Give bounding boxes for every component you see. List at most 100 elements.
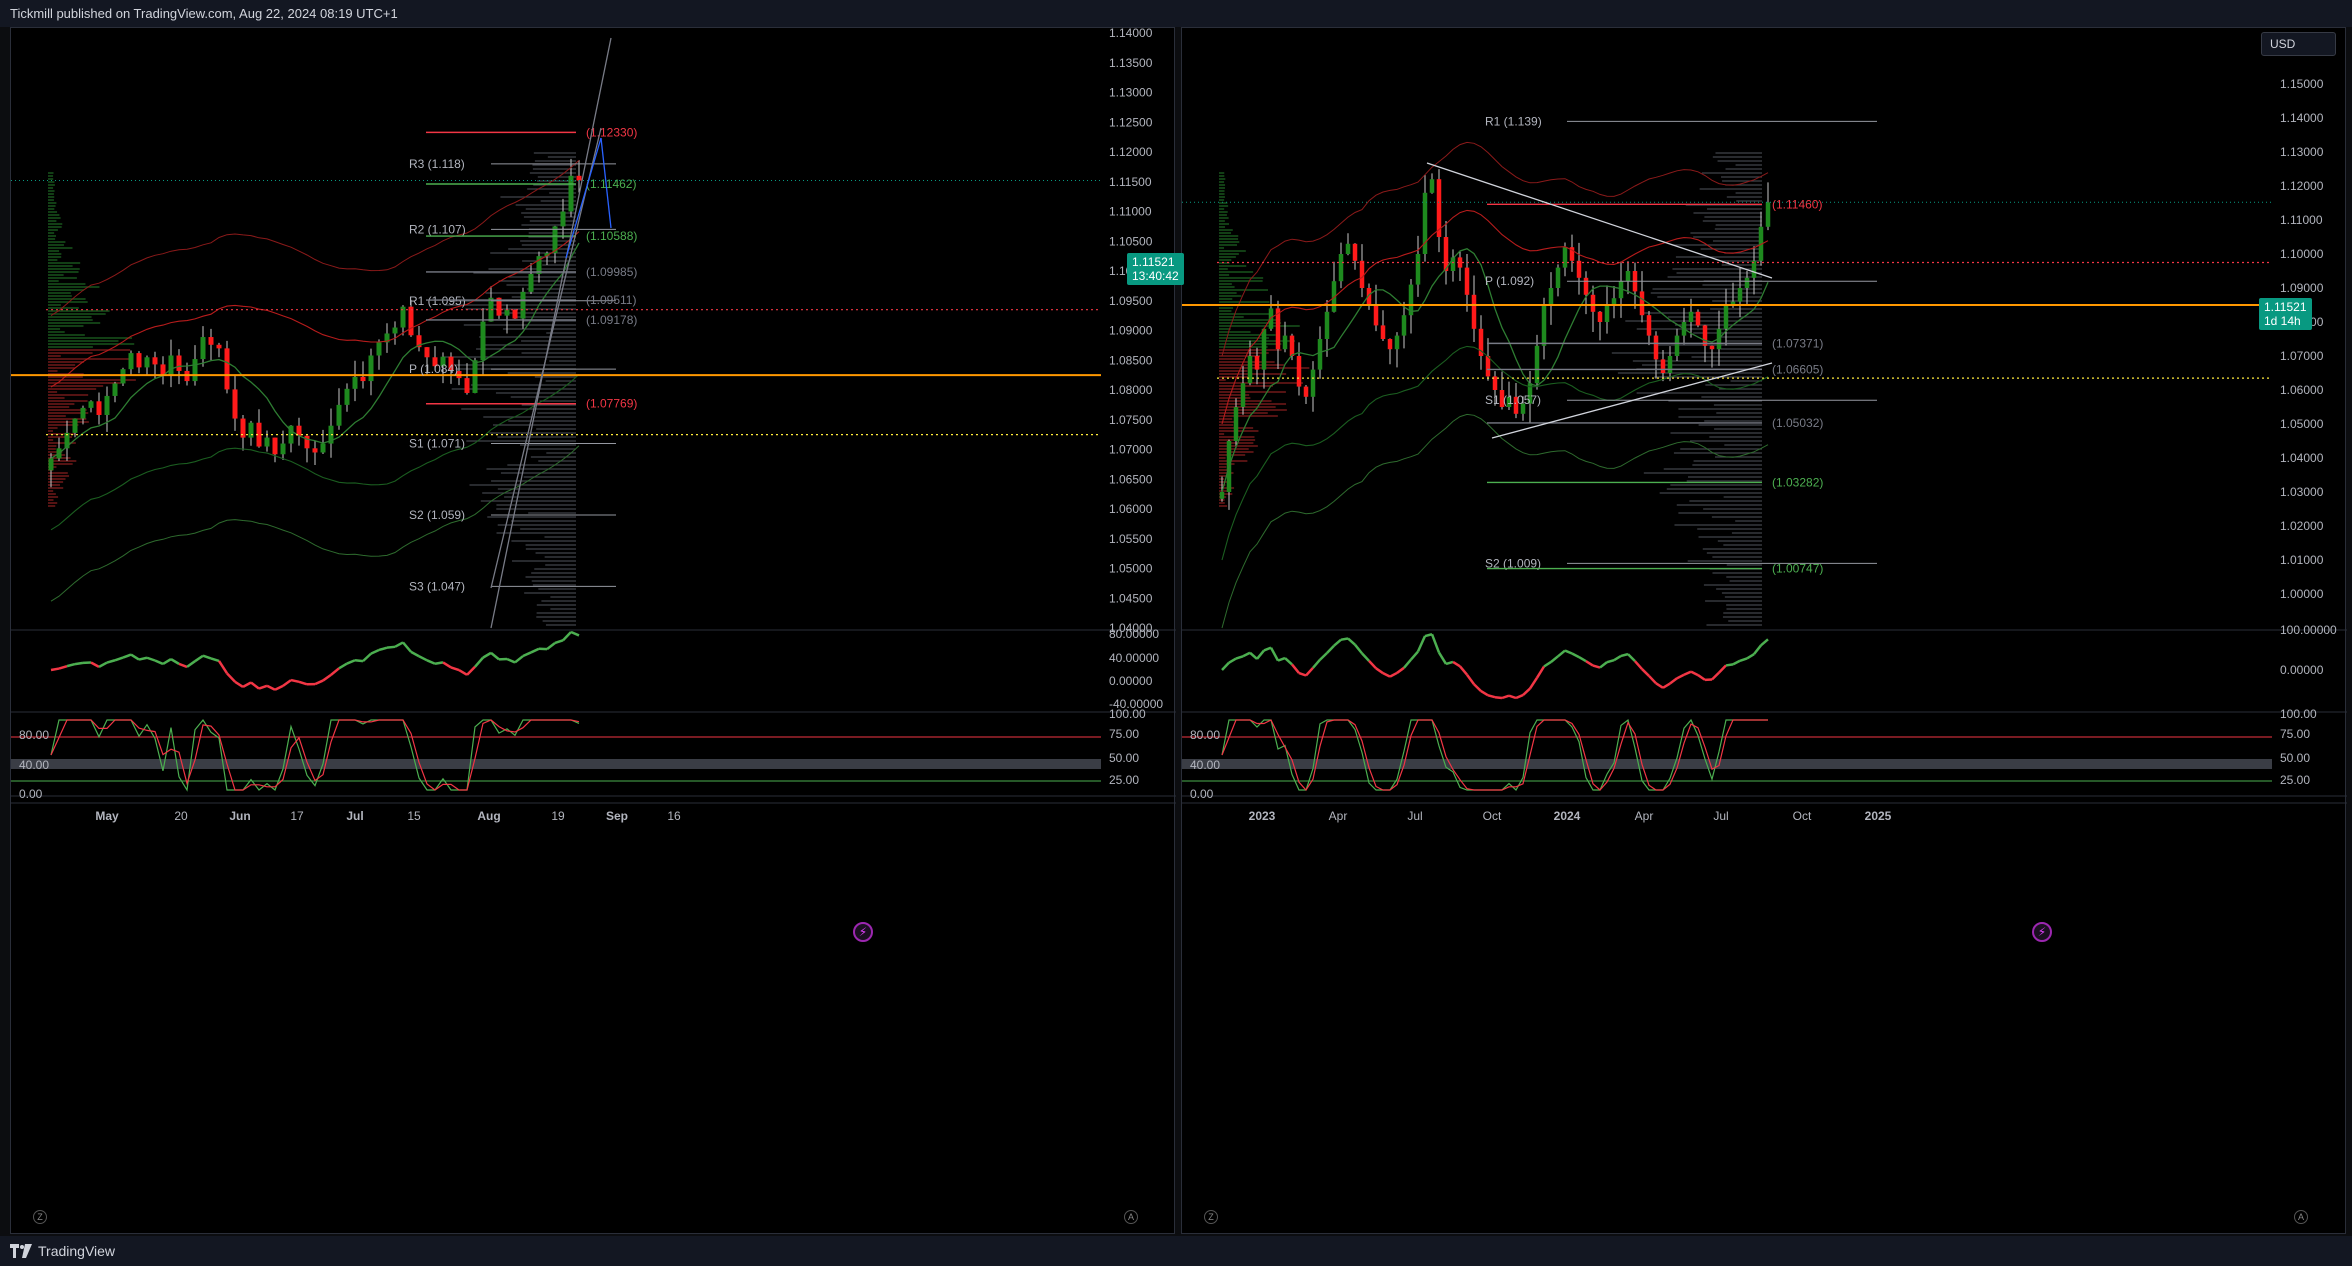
candle-body: [336, 404, 342, 426]
oscillator-segment: [186, 660, 196, 668]
oscillator-segment: [1648, 675, 1657, 685]
oscillator-segment: [450, 666, 460, 672]
oscillator-segment: [386, 645, 396, 649]
moving-average-line: [50, 242, 580, 459]
oscillator-segment: [1641, 668, 1650, 677]
candle-body: [176, 355, 182, 371]
y-axis-tick: 1.13000: [2280, 145, 2324, 159]
oscillator-segment: [1465, 673, 1476, 686]
level-label: (1.09178): [586, 313, 637, 327]
right-chart-panel[interactable]: 1.160001.150001.140001.130001.120001.110…: [1181, 27, 2347, 1235]
oscillator-tick: 40.00000: [1109, 651, 1159, 665]
oscillator-segment: [1739, 657, 1748, 662]
candle-body: [200, 337, 206, 360]
oscillator-segment: [1445, 660, 1454, 666]
right-flash-icon[interactable]: ⚡: [2032, 922, 2052, 942]
x-axis-tick: 2025: [1865, 809, 1892, 823]
oscillator-segment: [1396, 666, 1405, 674]
candle-body: [224, 348, 230, 390]
left-zoom-icon[interactable]: Z: [33, 1210, 47, 1224]
oscillator-segment: [1690, 670, 1699, 677]
y-axis-tick: 1.14000: [1109, 28, 1153, 40]
candle-body: [1485, 356, 1491, 377]
candle-body: [1597, 311, 1603, 322]
y-axis-tick: 1.05000: [1109, 562, 1153, 576]
candle-body: [1310, 369, 1316, 397]
stoch-left-tick: 40.00: [19, 758, 49, 772]
oscillator-segment: [242, 681, 252, 688]
x-axis-tick: Jul: [1407, 809, 1422, 823]
oscillator-segment: [1746, 653, 1755, 660]
stoch-tick: 75.00: [1109, 727, 1139, 741]
oscillator-tick: 100.00000: [2280, 623, 2337, 637]
pivot-label: S2 (1.059): [409, 508, 465, 522]
oscillator-segment: [50, 667, 60, 672]
level-label: (1.09985): [586, 265, 637, 279]
oscillator-segment: [1634, 660, 1643, 670]
oscillator-segment: [314, 679, 324, 686]
x-axis-tick: Aug: [477, 809, 500, 823]
oscillator-segment: [1375, 667, 1384, 675]
candle-body: [1653, 335, 1659, 360]
x-axis-tick: 20: [174, 809, 188, 823]
oscillator-segment: [1528, 677, 1539, 690]
candle-body: [376, 342, 382, 356]
candle-body: [104, 395, 110, 415]
oscillator-segment: [434, 661, 444, 666]
candle-body: [1401, 315, 1407, 336]
candle-body: [48, 458, 54, 471]
left-chart-svg[interactable]: 1.14000 1.13500 1.13000 1.12500 1.12000 1.115…: [11, 28, 1176, 1235]
candle-body: [1562, 247, 1568, 268]
oscillator-segment: [442, 661, 452, 669]
oscillator-segment: [482, 651, 492, 659]
oscillator-segment: [1480, 690, 1489, 697]
y-axis-tick: 1.08000: [1109, 383, 1153, 397]
y-axis-tick: 1.09500: [1109, 294, 1153, 308]
oscillator-segment: [258, 684, 268, 690]
right-zoom-icon[interactable]: Z: [1204, 1210, 1218, 1224]
candle-body: [472, 360, 478, 393]
candle-body: [272, 437, 278, 455]
candle-body: [1254, 356, 1260, 370]
candle-body: [1345, 243, 1351, 254]
y-axis-tick: 1.13500: [1109, 56, 1153, 70]
level-label: (1.00747): [1772, 562, 1823, 576]
stoch-left-tick: 40.00: [1190, 758, 1220, 772]
oscillator-segment: [178, 662, 188, 669]
stoch-tick: 25.00: [1109, 773, 1139, 787]
candle-body: [1751, 260, 1757, 278]
oscillator-segment: [66, 662, 76, 668]
y-axis-tick: 1.09000: [1109, 324, 1153, 338]
trend-line: [490, 37, 612, 629]
candle-body: [88, 401, 94, 408]
y-axis-tick: 1.03000: [2280, 485, 2324, 499]
candle-body: [1464, 267, 1470, 295]
y-axis-tick: 1.12000: [1109, 145, 1153, 159]
right-auto-icon[interactable]: A: [2294, 1210, 2308, 1224]
stoch-tick: 25.00: [2280, 773, 2310, 787]
level-label: (1.09511): [586, 293, 636, 307]
candle-body: [560, 211, 566, 227]
oscillator-segment: [1361, 652, 1370, 662]
stoch-d-line: [50, 719, 580, 791]
left-flash-icon[interactable]: ⚡: [853, 922, 873, 942]
oscillator-segment: [1718, 664, 1727, 674]
candle-body: [1296, 356, 1302, 387]
oscillator-segment: [250, 681, 260, 690]
x-axis-tick: Jun: [229, 809, 250, 823]
oscillator-segment: [570, 630, 580, 637]
candle-body: [1429, 179, 1435, 193]
candle-body: [1289, 335, 1295, 356]
y-axis-tick: 1.05000: [2280, 417, 2324, 431]
right-chart-svg[interactable]: 1.160001.150001.140001.130001.120001.110…: [1182, 28, 2347, 1235]
candle-body: [392, 327, 398, 334]
level-label: (1.12330): [586, 125, 637, 139]
left-auto-icon[interactable]: A: [1124, 1210, 1138, 1224]
oscillator-segment: [1599, 661, 1608, 669]
oscillator-segment: [1711, 671, 1720, 681]
candle-body: [1744, 277, 1750, 288]
oscillator-segment: [514, 655, 524, 664]
oscillator-segment: [1263, 646, 1272, 652]
left-chart-panel[interactable]: 1.14000 1.13500 1.13000 1.12500 1.12000 1.115…: [10, 27, 1176, 1235]
currency-selector[interactable]: USD: [2261, 32, 2336, 56]
